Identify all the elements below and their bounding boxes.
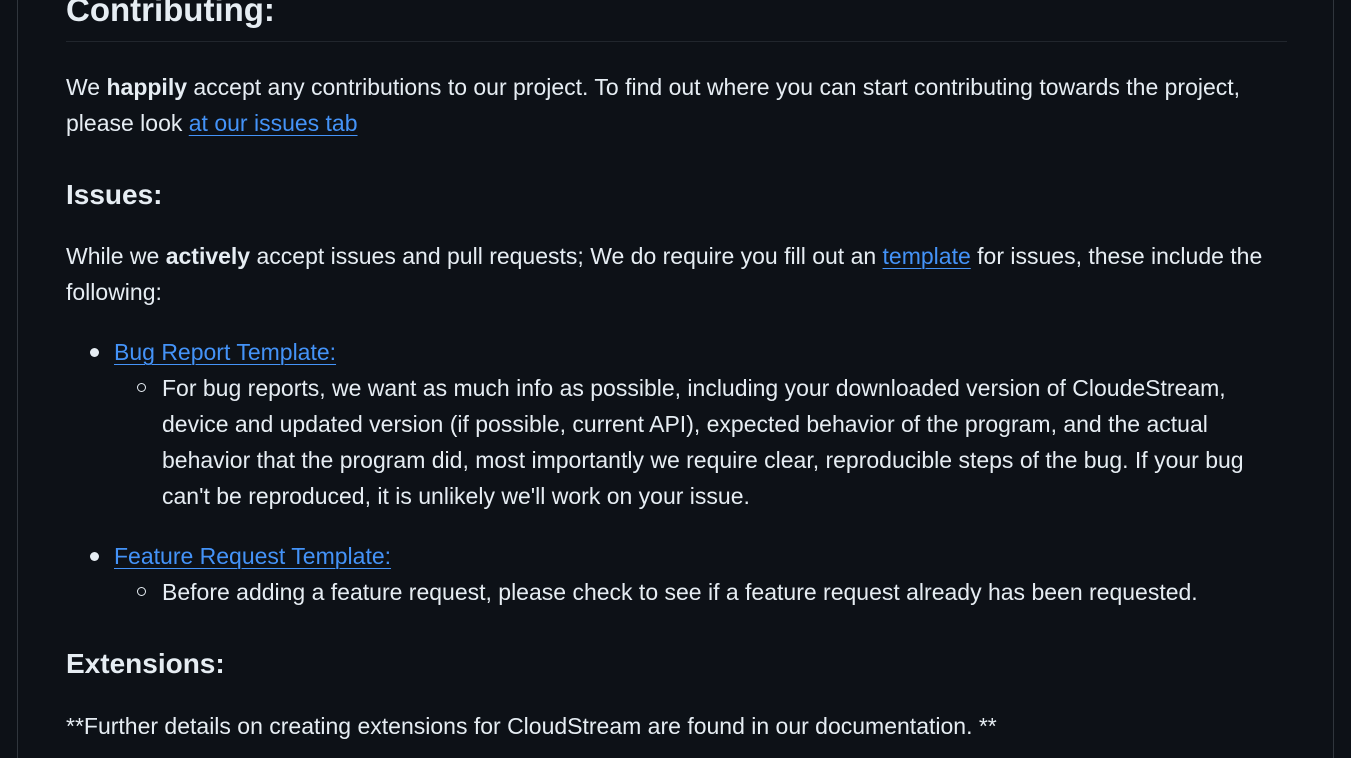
bullet-disc-icon [90,348,99,357]
issues-bold: actively [165,243,251,269]
issues-tab-link[interactable]: at our issues tab [189,110,358,136]
contributing-paragraph: We happily accept any contributions to o… [66,69,1287,141]
issues-heading: Issues: [66,179,163,210]
feature-request-detail: Before adding a feature request, please … [162,579,1198,605]
intro-bold: happily [106,74,187,100]
sublist-item-bug-details: For bug reports, we want as much info as… [137,370,1287,514]
bug-report-detail: For bug reports, we want as much info as… [162,375,1244,509]
intro-pre: We [66,74,107,100]
bug-report-template-link[interactable]: Bug Report Template: [114,339,336,365]
feature-request-template-link[interactable]: Feature Request Template: [114,543,391,569]
sublist-item-feature-details: Before adding a feature request, please … [137,574,1287,610]
list-item-feature-request: Feature Request Template: Before adding … [90,538,1287,605]
issues-paragraph: While we actively accept issues and pull… [66,238,1287,310]
contributing-heading: Contributing: [66,0,1287,42]
bullet-disc-icon [90,552,99,561]
issues-mid: accept issues and pull requests; We do r… [250,243,883,269]
template-link[interactable]: template [883,243,971,269]
issues-pre: While we [66,243,166,269]
extensions-heading: Extensions: [66,648,225,679]
bullet-circle-icon [137,383,146,392]
list-item-bug-report: Bug Report Template: For bug reports, we… [90,334,1287,509]
bullet-circle-icon [137,587,146,596]
extensions-paragraph: **Further details on creating extensions… [66,713,997,739]
